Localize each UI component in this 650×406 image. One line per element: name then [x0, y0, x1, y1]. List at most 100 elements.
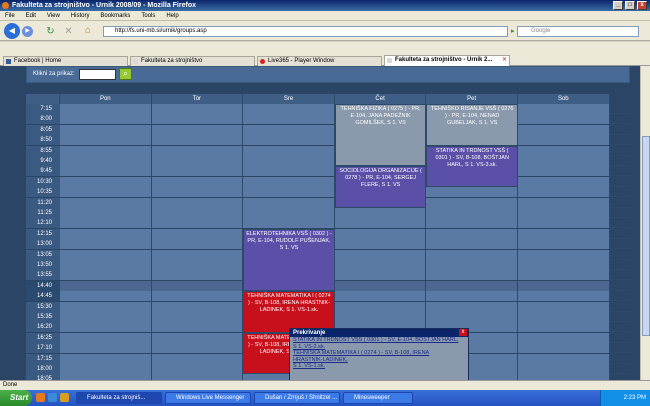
timetable-cell — [334, 249, 427, 260]
window-title: Fakulteta za strojništvo - Urnik 2008/09… — [12, 2, 196, 9]
popup-close-button[interactable]: x — [459, 329, 467, 336]
minimize-button[interactable]: _ — [613, 1, 623, 10]
timetable-cell — [426, 260, 518, 270]
home-icon[interactable]: ⌂ — [82, 25, 94, 37]
time-label: 7:15 — [26, 104, 60, 114]
tab-fakulteta[interactable]: Fakulteta za strojništvo — [130, 56, 255, 66]
timetable-cell — [518, 301, 610, 312]
timetable-event[interactable]: TEHNIŠKA MATEMATIKA I ( 0274 ) - SV, B-1… — [243, 291, 335, 333]
timetable-cell — [60, 104, 152, 114]
tab-urnik[interactable]: Fakulteta za strojništvo - Urnik 2... ✕ — [384, 55, 510, 66]
menu-file[interactable]: File — [5, 13, 15, 19]
menu-tools[interactable]: Tools — [141, 13, 155, 19]
taskbar-button-messenger[interactable]: Windows Live Messenger — [165, 392, 251, 404]
timetable-cell — [151, 156, 244, 166]
timetable-cell — [426, 218, 518, 229]
menu-help[interactable]: Help — [166, 13, 178, 19]
windows-taskbar: Start Fakulteta za strojniš... Windows L… — [0, 390, 650, 406]
timetable-event[interactable]: ELEKTROTEHNIKA VSŠ ( 0302 ) - PR, E-104,… — [243, 228, 335, 292]
time-label: 8:55 — [26, 145, 60, 156]
reload-icon[interactable]: ↻ — [45, 26, 56, 37]
facebook-icon — [6, 59, 11, 64]
timetable-cell — [243, 208, 335, 218]
menu-bookmarks[interactable]: Bookmarks — [100, 13, 130, 19]
header-time-corner — [26, 94, 60, 104]
back-button[interactable]: ◀ — [4, 23, 20, 39]
timetable-cell — [151, 135, 244, 146]
system-tray: 2:23 PM — [600, 390, 650, 406]
timetable-cell — [518, 208, 610, 218]
menu-edit[interactable]: Edit — [26, 13, 36, 19]
timetable-event[interactable]: TEHNIŠKA FIZIKA ( 0275 ) - PR, E-104, JA… — [334, 104, 427, 167]
menu-bar: File Edit View History Bookmarks Tools H… — [0, 11, 650, 21]
folder-quicklaunch-icon[interactable] — [60, 393, 69, 402]
time-row: 8:05 — [26, 124, 630, 135]
timetable-cell — [60, 114, 152, 125]
timetable-cell — [426, 197, 518, 208]
timetable-cell — [518, 114, 610, 125]
timetable-cell — [151, 270, 244, 281]
status-bar: Done — [0, 380, 650, 390]
menu-view[interactable]: View — [47, 13, 60, 19]
time-label: 9:40 — [26, 156, 60, 166]
start-button[interactable]: Start — [0, 390, 32, 406]
timetable-cell — [518, 322, 610, 333]
firefox-quicklaunch-icon[interactable] — [36, 393, 45, 402]
timetable-cell — [518, 156, 610, 166]
popup-line[interactable]: S 1. VS-1.sk. — [290, 363, 468, 370]
ie-quicklaunch-icon[interactable] — [48, 393, 57, 402]
timetable-cell — [243, 187, 335, 198]
url-bar[interactable]: http://fs.uni-mb.si/urnik/groups.asp — [103, 26, 508, 37]
forward-button[interactable]: ▶ — [22, 26, 33, 37]
filter-input[interactable] — [79, 69, 116, 80]
timetable-cell — [151, 364, 244, 374]
timetable-cell — [334, 208, 427, 218]
timetable-cell — [426, 312, 518, 322]
go-icon[interactable]: ▸ — [511, 27, 516, 36]
time-label: 11:20 — [26, 197, 60, 208]
close-tab-icon[interactable]: ✕ — [502, 56, 507, 65]
timetable-event[interactable]: SOCIOLOGIJA ORGANIZACIJE ( 0278 ) - PR, … — [334, 166, 427, 208]
search-button[interactable]: ⌕ — [119, 68, 132, 80]
timetable-cell — [151, 145, 244, 156]
timetable-cell — [243, 124, 335, 135]
stop-icon[interactable]: ✕ — [63, 26, 74, 37]
taskbar-button-chat[interactable]: Dušan / Zrnjuš / Shnitzel ... — [254, 392, 340, 404]
vertical-scrollbar[interactable] — [640, 66, 650, 380]
timetable-cell — [518, 260, 610, 270]
popup-line[interactable]: STATIKA IN TRDNOST VSŠ ( 0301 ) - SV, E-… — [290, 337, 468, 344]
time-label: 15:35 — [26, 312, 60, 322]
timetable-cell — [60, 260, 152, 270]
time-label: 17:10 — [26, 343, 60, 354]
search-input[interactable]: Google — [517, 26, 639, 37]
tab-facebook[interactable]: Facebook | Home — [3, 56, 128, 66]
popup-title: Prekrivanje — [290, 329, 468, 337]
timetable-event[interactable]: TEHNIŠKO RISANJE VSŠ ( 0276 ) - PR, E-10… — [426, 104, 518, 146]
timetable-cell — [243, 218, 335, 229]
timetable-cell — [151, 197, 244, 208]
timetable-cell — [334, 270, 427, 281]
timetable-cell — [60, 218, 152, 229]
time-label: 13:00 — [26, 239, 60, 250]
timetable-cell — [243, 135, 335, 146]
time-row: 12:10 — [26, 218, 630, 229]
live365-icon — [260, 59, 265, 64]
maximize-button[interactable]: □ — [625, 1, 635, 10]
scrollbar-thumb[interactable] — [642, 136, 650, 336]
taskbar-button-firefox[interactable]: Fakulteta za strojniš... — [76, 392, 162, 404]
timetable-cell — [518, 187, 610, 198]
time-row: 10:35 — [26, 187, 630, 198]
timetable-cell — [518, 145, 610, 156]
close-window-button[interactable]: x — [637, 1, 647, 10]
timetable-cell — [334, 228, 427, 239]
tab-bar: Facebook | Home Fakulteta za strojništvo… — [0, 42, 650, 66]
timetable-cell — [151, 280, 244, 291]
page-icon — [387, 58, 392, 63]
timetable-cell — [60, 312, 152, 322]
taskbar-button-minesweeper[interactable]: Minesweeper — [343, 392, 413, 404]
tab-label: Fakulteta za strojništvo — [141, 58, 203, 64]
menu-history[interactable]: History — [71, 13, 90, 19]
tab-live365[interactable]: Live365 - Player Window — [257, 56, 382, 66]
timetable-cell — [334, 312, 427, 322]
timetable-event[interactable]: STATIKA IN TRDNOST VSŠ ( 0301 ) - SV, B-… — [426, 145, 518, 188]
